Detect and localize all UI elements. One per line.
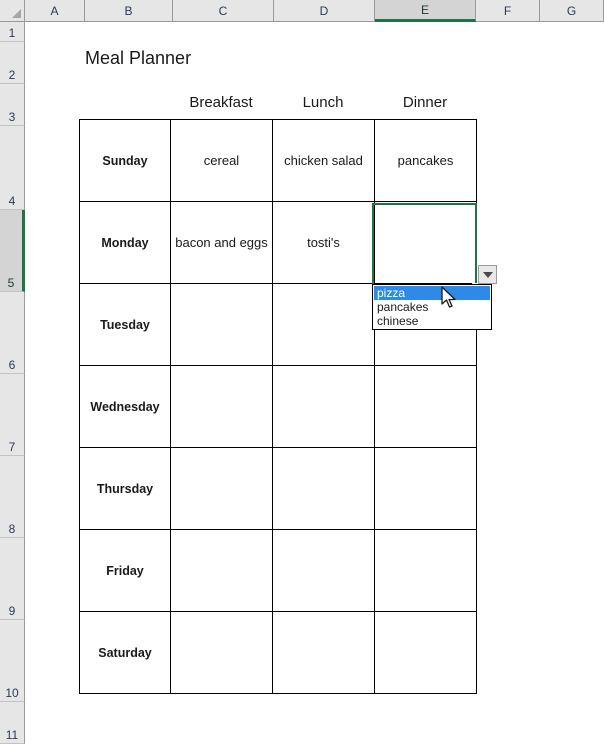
dropdown-option[interactable]: chinese [374, 314, 490, 328]
row-header-3[interactable]: 3 [0, 84, 25, 126]
table-row: Thursday [79, 447, 477, 530]
meal-planner-table: Sunday cereal chicken salad pancakes Monday b… [79, 119, 477, 694]
lunch-cell[interactable] [272, 611, 375, 694]
day-label[interactable]: Monday [79, 201, 171, 284]
column-header-c[interactable]: C [173, 0, 274, 22]
row-header-bar: 1 2 3 4 5 6 7 8 9 10 11 [0, 22, 25, 744]
meal-header-breakfast: Breakfast [189, 93, 253, 111]
dropdown-option[interactable]: pancakes [374, 300, 490, 314]
spreadsheet-canvas: ABCDEFG 1 2 3 4 5 6 7 8 9 10 11 Meal Planner Break… [0, 0, 604, 744]
column-header-bar: ABCDEFG [0, 0, 604, 22]
row-header-7[interactable]: 7 [0, 374, 25, 456]
table-row: Wednesday [79, 365, 477, 448]
column-header-f[interactable]: F [476, 0, 540, 22]
dinner-cell[interactable] [374, 447, 477, 530]
row-header-2[interactable]: 2 [0, 42, 25, 84]
page-title: Meal Planner [85, 48, 192, 68]
column-header-d[interactable]: D [274, 0, 375, 22]
row-header-8[interactable]: 8 [0, 456, 25, 538]
lunch-cell[interactable]: chicken salad [272, 119, 375, 202]
table-row: Friday [79, 529, 477, 612]
breakfast-cell[interactable] [170, 283, 273, 366]
row-header-5[interactable]: 5 [0, 210, 25, 292]
column-header-b[interactable]: B [85, 0, 173, 22]
table-row: Sunday cereal chicken salad pancakes [79, 119, 477, 202]
row-header-9[interactable]: 9 [0, 538, 25, 620]
breakfast-cell[interactable]: bacon and eggs [170, 201, 273, 284]
chevron-down-icon [482, 271, 493, 278]
dropdown-option[interactable]: pizza [374, 286, 490, 300]
row-header-1[interactable]: 1 [0, 22, 25, 42]
lunch-cell[interactable] [272, 283, 375, 366]
day-label[interactable]: Friday [79, 529, 171, 612]
breakfast-cell[interactable] [170, 611, 273, 694]
column-header-a[interactable]: A [25, 0, 85, 22]
lunch-cell[interactable]: tosti's [272, 201, 375, 284]
dinner-cell[interactable] [374, 201, 477, 284]
day-label[interactable]: Wednesday [79, 365, 171, 448]
breakfast-cell[interactable] [170, 365, 273, 448]
day-label[interactable]: Thursday [79, 447, 171, 530]
meal-column-headers: Breakfast Lunch Dinner [170, 90, 476, 114]
day-label[interactable]: Sunday [79, 119, 171, 202]
day-label[interactable]: Saturday [79, 611, 171, 694]
column-header-g[interactable]: G [540, 0, 604, 22]
table-row: Monday bacon and eggs tosti's [79, 201, 477, 284]
dinner-cell[interactable] [374, 529, 477, 612]
breakfast-cell[interactable]: cereal [170, 119, 273, 202]
dinner-cell[interactable]: pancakes [374, 119, 477, 202]
dropdown-list[interactable]: pizza pancakes chinese [372, 284, 492, 330]
breakfast-cell[interactable] [170, 447, 273, 530]
select-all-triangle-icon [12, 9, 21, 18]
dinner-cell[interactable] [374, 365, 477, 448]
row-header-6[interactable]: 6 [0, 292, 25, 374]
lunch-cell[interactable] [272, 447, 375, 530]
column-header-e[interactable]: E [375, 0, 476, 22]
dropdown-toggle-button[interactable] [478, 265, 497, 284]
table-row: Saturday [79, 611, 477, 694]
row-header-11[interactable]: 11 [0, 702, 25, 744]
select-all-corner[interactable] [0, 0, 25, 22]
day-label[interactable]: Tuesday [79, 283, 171, 366]
meal-header-lunch: Lunch [302, 93, 344, 111]
meal-header-dinner: Dinner [402, 93, 448, 111]
lunch-cell[interactable] [272, 365, 375, 448]
lunch-cell[interactable] [272, 529, 375, 612]
dinner-cell[interactable] [374, 611, 477, 694]
breakfast-cell[interactable] [170, 529, 273, 612]
row-header-4[interactable]: 4 [0, 126, 25, 210]
row-header-10[interactable]: 10 [0, 620, 25, 702]
